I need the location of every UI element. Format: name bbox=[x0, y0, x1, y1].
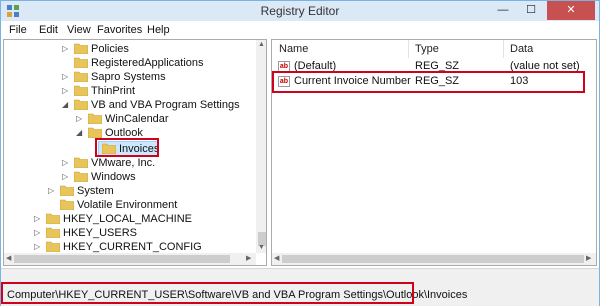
tree-horizontal-scrollbar[interactable]: ◀ ▶ bbox=[4, 253, 256, 265]
invoice-number-highlight-box bbox=[272, 71, 585, 93]
tree-item-volatile-environment[interactable]: Volatile Environment bbox=[4, 198, 256, 212]
column-separator[interactable] bbox=[503, 40, 504, 58]
menu-favorites[interactable]: Favorites bbox=[97, 24, 142, 36]
folder-icon bbox=[46, 227, 60, 238]
expand-arrow-icon[interactable]: ▷ bbox=[62, 171, 72, 183]
tree-item-hkey-local-machine[interactable]: ▷ HKEY_LOCAL_MACHINE bbox=[4, 212, 256, 226]
scroll-right-icon[interactable]: ▶ bbox=[586, 254, 591, 262]
tree-vertical-scrollbar[interactable]: ▲ ▼ bbox=[256, 40, 266, 253]
expand-arrow-icon[interactable]: ▷ bbox=[34, 241, 44, 253]
invoices-highlight-box bbox=[95, 138, 159, 157]
tree-item-label: Policies bbox=[91, 43, 129, 55]
tree-item-wincalendar[interactable]: ▷ WinCalendar bbox=[4, 112, 256, 126]
expand-arrow-icon[interactable]: ▷ bbox=[62, 71, 72, 83]
tree-item-sapro-systems[interactable]: ▷ Sapro Systems bbox=[4, 70, 256, 84]
scroll-down-icon[interactable]: ▼ bbox=[258, 244, 265, 251]
expand-arrow-icon[interactable]: ▷ bbox=[76, 113, 86, 125]
expand-arrow-icon[interactable]: ▷ bbox=[34, 227, 44, 239]
values-horizontal-scrollbar[interactable]: ◀ ▶ bbox=[272, 253, 596, 265]
tree-item-label: WinCalendar bbox=[105, 113, 169, 125]
tree-item-windows[interactable]: ▷ Windows bbox=[4, 170, 256, 184]
column-header-data[interactable]: Data bbox=[510, 43, 533, 55]
folder-icon bbox=[74, 171, 88, 182]
open-folder-icon bbox=[88, 127, 102, 138]
minimize-button[interactable]: — bbox=[489, 1, 517, 20]
collapse-arrow-icon[interactable]: ◢ bbox=[62, 99, 72, 111]
folder-icon bbox=[46, 241, 60, 252]
tree-item-vmware[interactable]: ▷ VMware, Inc. bbox=[4, 156, 256, 170]
title-bar: Registry Editor — ☐ ✕ bbox=[1, 1, 599, 21]
registry-editor-window: Registry Editor — ☐ ✕ File Edit View Fav… bbox=[0, 0, 600, 306]
close-button[interactable]: ✕ bbox=[547, 1, 595, 20]
tree-item-hkey-users[interactable]: ▷ HKEY_USERS bbox=[4, 226, 256, 240]
menu-file[interactable]: File bbox=[9, 24, 27, 36]
tree-item-label: System bbox=[77, 185, 114, 197]
column-separator[interactable] bbox=[408, 40, 409, 58]
folder-icon bbox=[74, 71, 88, 82]
folder-icon bbox=[46, 213, 60, 224]
tree-item-label: RegisteredApplications bbox=[91, 57, 204, 69]
scroll-left-icon[interactable]: ◀ bbox=[274, 254, 279, 262]
maximize-button[interactable]: ☐ bbox=[517, 1, 545, 20]
expand-arrow-icon bbox=[62, 57, 72, 69]
tree-item-registered-applications[interactable]: RegisteredApplications bbox=[4, 56, 256, 70]
scroll-right-icon[interactable]: ▶ bbox=[246, 254, 251, 262]
menu-bar: File Edit View Favorites Help bbox=[1, 21, 599, 39]
expand-arrow-icon bbox=[48, 199, 58, 211]
scroll-left-icon[interactable]: ◀ bbox=[6, 254, 11, 262]
collapse-arrow-icon[interactable]: ◢ bbox=[76, 127, 86, 139]
expand-arrow-icon[interactable]: ▷ bbox=[62, 43, 72, 55]
expand-arrow-icon[interactable]: ▷ bbox=[62, 85, 72, 97]
column-header-name[interactable]: Name bbox=[279, 43, 308, 55]
column-header-type[interactable]: Type bbox=[415, 43, 439, 55]
folder-icon bbox=[74, 157, 88, 168]
tree-item-label: VB and VBA Program Settings bbox=[91, 99, 240, 111]
tree-item-vb-and-vba-program-settings[interactable]: ◢ VB and VBA Program Settings bbox=[4, 98, 256, 112]
tree-item-label: HKEY_CURRENT_CONFIG bbox=[63, 241, 202, 253]
tree-item-label: Sapro Systems bbox=[91, 71, 166, 83]
menu-help[interactable]: Help bbox=[147, 24, 170, 36]
expand-arrow-icon[interactable]: ▷ bbox=[62, 157, 72, 169]
expand-arrow-icon[interactable]: ▷ bbox=[48, 185, 58, 197]
tree-item-label: HKEY_USERS bbox=[63, 227, 137, 239]
expand-arrow-icon[interactable]: ▷ bbox=[34, 213, 44, 225]
folder-icon bbox=[60, 199, 74, 210]
folder-icon bbox=[74, 57, 88, 68]
tree-item-label: Windows bbox=[91, 171, 136, 183]
folder-icon bbox=[74, 85, 88, 96]
scroll-up-icon[interactable]: ▲ bbox=[258, 41, 265, 48]
path-highlight-box bbox=[1, 282, 414, 304]
open-folder-icon bbox=[74, 99, 88, 110]
folder-icon bbox=[74, 43, 88, 54]
folder-icon bbox=[88, 113, 102, 124]
tree-item-label: ThinPrint bbox=[91, 85, 136, 97]
tree-item-thinprint[interactable]: ▷ ThinPrint bbox=[4, 84, 256, 98]
menu-edit[interactable]: Edit bbox=[39, 24, 58, 36]
scroll-thumb[interactable] bbox=[14, 255, 230, 263]
menu-view[interactable]: View bbox=[67, 24, 91, 36]
tree-item-hkey-current-config[interactable]: ▷ HKEY_CURRENT_CONFIG bbox=[4, 240, 256, 254]
tree-item-label: VMware, Inc. bbox=[91, 157, 156, 169]
tree-item-policies[interactable]: ▷ Policies bbox=[4, 42, 256, 56]
scroll-thumb[interactable] bbox=[282, 255, 584, 263]
folder-icon bbox=[60, 185, 74, 196]
tree-item-system[interactable]: ▷ System bbox=[4, 184, 256, 198]
tree-item-label: Volatile Environment bbox=[77, 199, 178, 211]
tree-item-label: HKEY_LOCAL_MACHINE bbox=[63, 213, 192, 225]
